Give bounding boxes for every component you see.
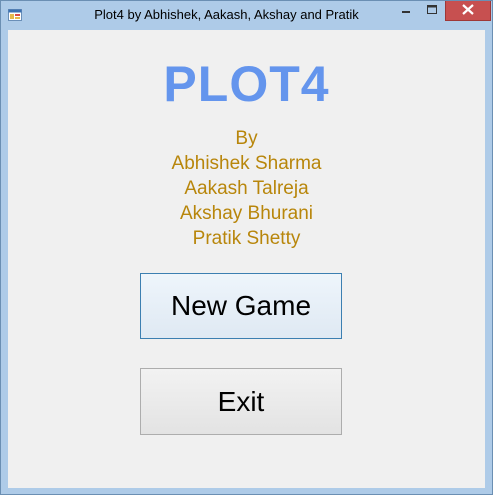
maximize-button[interactable] <box>419 1 445 21</box>
maximize-icon <box>427 2 437 20</box>
new-game-button[interactable]: New Game <box>140 273 342 339</box>
exit-button[interactable]: Exit <box>140 368 342 435</box>
author-name: Akshay Bhurani <box>179 203 314 224</box>
client-area: PLOT4 By Abhishek Sharma Aakash Talreja … <box>8 30 485 488</box>
close-icon <box>462 2 474 20</box>
close-button[interactable] <box>445 1 491 21</box>
credits: By Abhishek Sharma Aakash Talreja Akshay… <box>8 126 485 251</box>
app-window: Plot4 by Abhishek, Aakash, Akshay and Pr… <box>0 0 493 495</box>
author-name: Abhishek Sharma <box>171 153 322 174</box>
author-name: Aakash Talreja <box>184 178 309 199</box>
minimize-button[interactable] <box>393 1 419 21</box>
title-bar[interactable]: Plot4 by Abhishek, Aakash, Akshay and Pr… <box>1 1 492 30</box>
minimize-icon <box>401 2 411 20</box>
game-logo: PLOT4 <box>163 56 330 112</box>
credits-by: By <box>235 128 258 149</box>
author-name: Pratik Shetty <box>192 228 301 249</box>
